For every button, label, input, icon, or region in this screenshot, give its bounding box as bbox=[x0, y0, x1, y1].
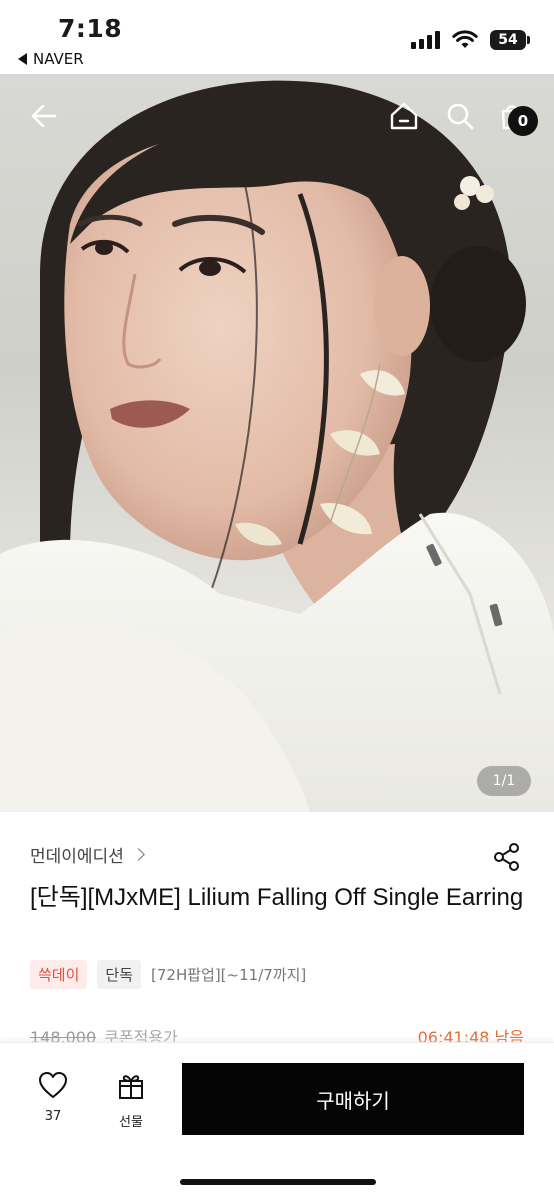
home-icon bbox=[390, 102, 418, 130]
search-button[interactable] bbox=[438, 94, 482, 138]
home-indicator bbox=[180, 1179, 376, 1185]
battery-icon: 54 bbox=[490, 30, 530, 50]
wifi-icon bbox=[452, 30, 478, 48]
buy-button[interactable]: 구매하기 bbox=[182, 1063, 524, 1135]
like-button[interactable]: 37 bbox=[28, 1071, 78, 1133]
product-image-carousel[interactable]: 1/1 bbox=[0, 74, 554, 812]
share-icon bbox=[494, 843, 519, 871]
gift-icon bbox=[119, 1075, 143, 1099]
arrow-left-icon bbox=[31, 104, 57, 128]
gift-label: 선물 bbox=[119, 1115, 143, 1130]
share-button[interactable] bbox=[492, 842, 522, 872]
bottom-action-bar: 37 선물 구매하기 bbox=[0, 1042, 554, 1200]
like-count: 37 bbox=[44, 1109, 62, 1124]
chevron-right-icon bbox=[131, 848, 145, 861]
product-photo bbox=[0, 80, 554, 812]
exclusive-tag: 단독 bbox=[97, 960, 142, 989]
back-triangle-icon bbox=[18, 53, 27, 65]
gift-button[interactable]: 선물 bbox=[106, 1071, 156, 1133]
home-button[interactable] bbox=[382, 94, 426, 138]
status-icons: 54 bbox=[411, 30, 530, 50]
cellular-signal-icon bbox=[411, 31, 440, 49]
image-pager: 1/1 bbox=[477, 766, 531, 796]
status-bar: 7:18 NAVER 54 bbox=[0, 0, 554, 74]
brand-link[interactable]: 먼데이에디션 bbox=[30, 842, 145, 867]
cart-count-badge: 0 bbox=[508, 106, 538, 136]
product-title: [단독][MJxME] Lilium Falling Off Single Ea… bbox=[30, 884, 524, 911]
product-tags: 쓱데이 단독 [72H팝업][~11/7까지] bbox=[30, 960, 306, 989]
back-to-app-link[interactable]: NAVER bbox=[18, 50, 84, 68]
back-button[interactable] bbox=[22, 94, 66, 138]
back-app-label: NAVER bbox=[33, 50, 84, 68]
heart-icon bbox=[39, 1072, 67, 1098]
status-time: 7:18 bbox=[58, 14, 123, 43]
search-icon bbox=[447, 103, 474, 130]
popup-period-text: [72H팝업][~11/7까지] bbox=[151, 966, 307, 984]
top-navigation bbox=[0, 74, 554, 154]
sale-event-tag: 쓱데이 bbox=[30, 960, 88, 989]
brand-name: 먼데이에디션 bbox=[30, 847, 124, 867]
